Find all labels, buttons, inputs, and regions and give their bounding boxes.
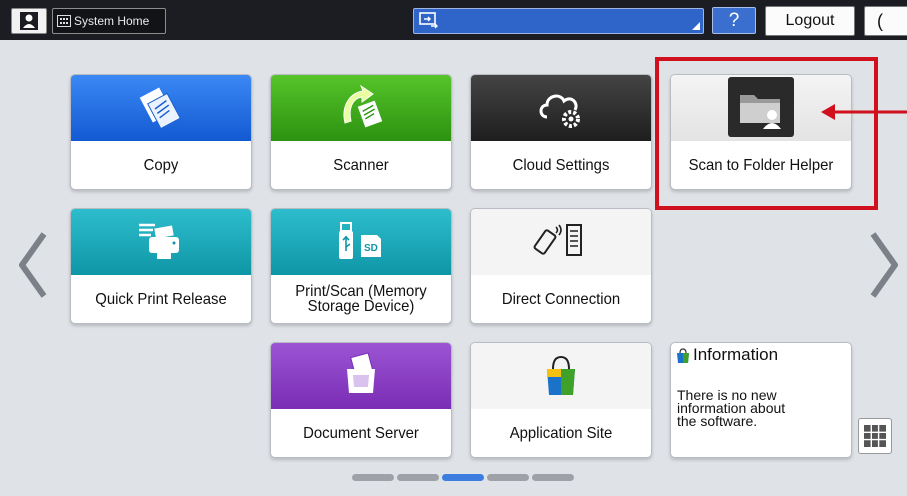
print-scan-label-line2: Storage Device)	[307, 298, 415, 315]
app-document-server[interactable]: Document Server	[270, 342, 452, 458]
application-site-label: Application Site	[509, 424, 613, 442]
direct-connection-label: Direct Connection	[501, 290, 621, 308]
screen-switch-bar[interactable]	[413, 8, 704, 34]
energy-saver-button[interactable]: (	[864, 6, 907, 36]
app-print-scan-memory[interactable]: SD Print/Scan (Memory Storage Device)	[270, 208, 452, 324]
app-copy[interactable]: Copy	[70, 74, 252, 190]
copy-label: Copy	[143, 156, 179, 174]
page-dot[interactable]	[397, 474, 439, 481]
help-label: ?	[728, 9, 740, 31]
grid-icon	[864, 425, 886, 447]
user-icon	[20, 12, 38, 30]
app-application-site[interactable]: Application Site	[470, 342, 652, 458]
user-button[interactable]	[11, 8, 47, 34]
app-quick-print-release[interactable]: Quick Print Release	[70, 208, 252, 324]
resize-corner-icon	[692, 22, 700, 30]
logout-button[interactable]: Logout	[765, 6, 855, 36]
print-scan-memory-label: Print/Scan (Memory Storage Device)	[279, 275, 443, 323]
highlight-rectangle	[655, 57, 878, 210]
next-page-arrow[interactable]	[869, 230, 901, 300]
logout-label: Logout	[785, 12, 835, 29]
shopping-bag-icon	[547, 355, 575, 395]
system-home-button[interactable]: System Home	[52, 8, 166, 34]
app-direct-connection[interactable]: Direct Connection	[470, 208, 652, 324]
app-list-button[interactable]	[858, 418, 892, 454]
print-scan-label-line1: Print/Scan (Memory	[295, 283, 427, 300]
information-icon	[677, 348, 689, 363]
document-server-label: Document Server	[303, 424, 419, 442]
app-cloud-settings[interactable]: Cloud Settings	[470, 74, 652, 190]
printer-icon	[139, 223, 179, 259]
app-scanner[interactable]: Scanner	[270, 74, 452, 190]
svg-text:SD: SD	[364, 243, 378, 254]
information-widget[interactable]: Information There is no new information …	[670, 342, 852, 458]
page-dot[interactable]	[532, 474, 574, 481]
help-button[interactable]: ?	[712, 7, 756, 34]
top-bar: System Home ? Logout (	[0, 0, 907, 40]
highlight-arrow	[821, 104, 907, 120]
page-dot-active[interactable]	[442, 474, 484, 481]
cloud-gear-icon	[539, 94, 580, 128]
page-dot[interactable]	[487, 474, 529, 481]
scanner-icon	[343, 84, 383, 128]
information-message: There is no new information about the so…	[677, 388, 785, 429]
energy-saver-label: (	[877, 10, 883, 31]
scanner-label: Scanner	[333, 156, 389, 174]
cloud-settings-label: Cloud Settings	[512, 156, 610, 174]
copy-icon	[139, 87, 181, 130]
grid-icon	[57, 15, 71, 27]
phone-wireless-icon	[533, 224, 582, 256]
screen-switch-icon	[419, 12, 438, 29]
usb-sd-icon: SD	[339, 222, 381, 259]
document-server-icon	[347, 352, 375, 393]
information-message-line3: the software.	[677, 413, 758, 429]
information-title: Information	[693, 345, 779, 364]
system-home-label: System Home	[74, 14, 150, 28]
page-dot[interactable]	[352, 474, 394, 481]
quick-print-release-label: Quick Print Release	[95, 290, 227, 308]
previous-page-arrow[interactable]	[16, 230, 48, 300]
